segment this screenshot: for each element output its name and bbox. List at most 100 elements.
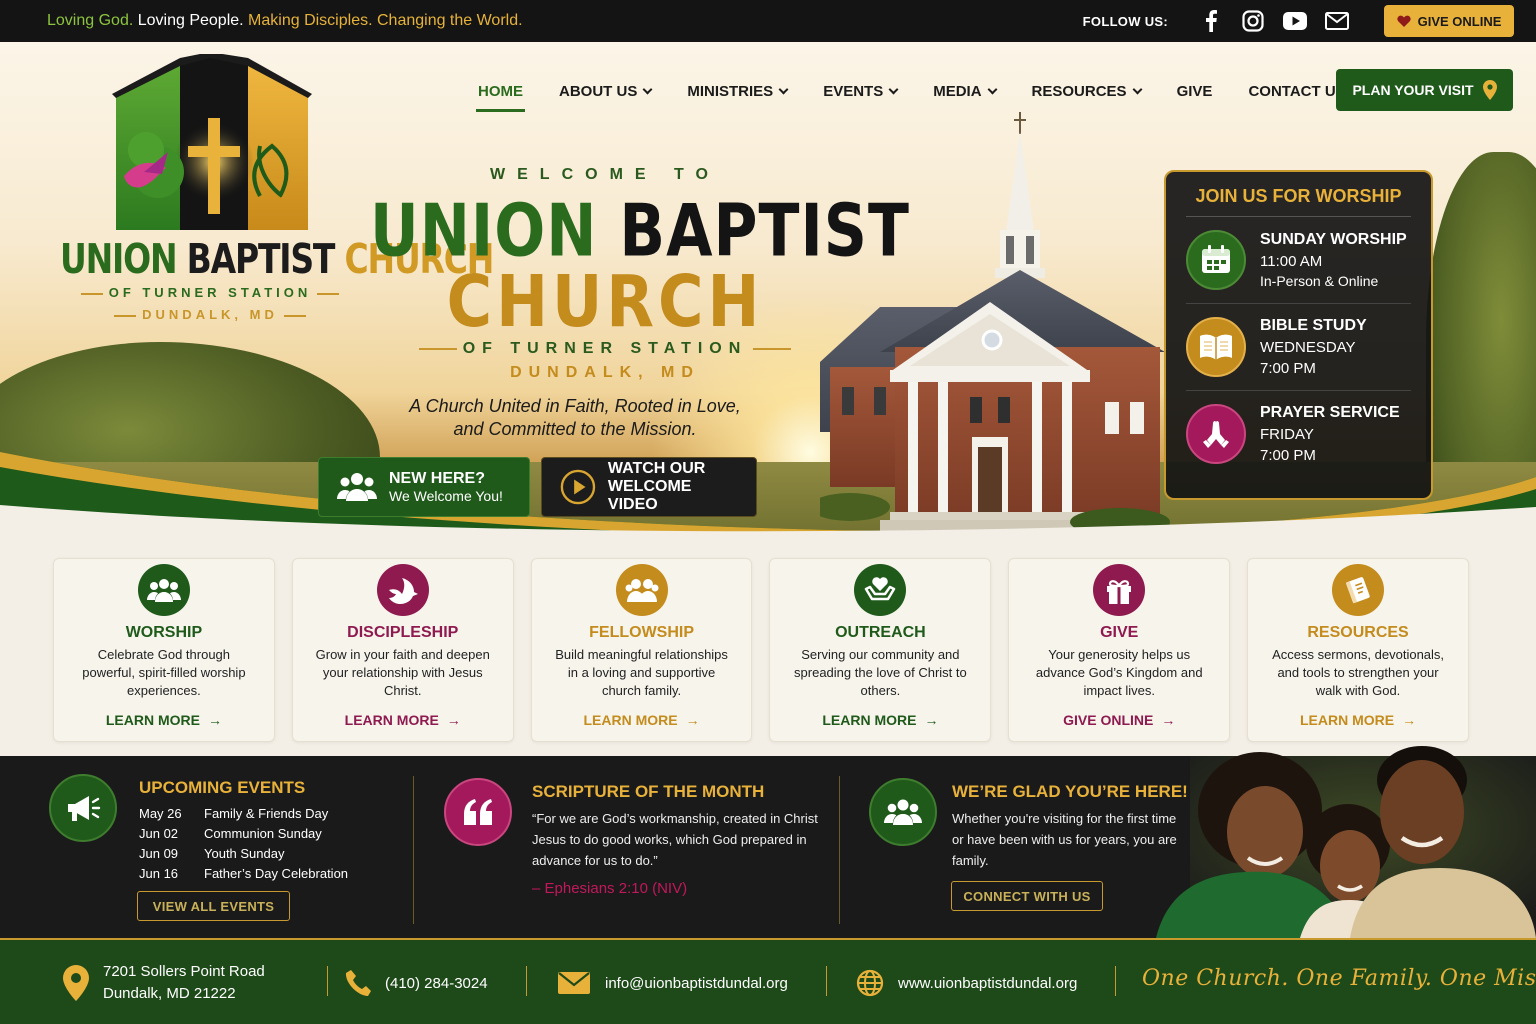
event-date: May 26 xyxy=(139,806,182,821)
location-pin-icon xyxy=(63,965,89,1001)
card-link[interactable]: LEARN MORE → xyxy=(345,712,461,728)
video-line: WATCH OUR xyxy=(607,460,706,477)
gift-icon xyxy=(1093,564,1146,616)
event-name: Communion Sunday xyxy=(204,826,322,841)
card-link[interactable]: LEARN MORE → xyxy=(106,712,222,728)
divider xyxy=(327,966,328,996)
instagram-icon[interactable] xyxy=(1240,8,1266,34)
envelope-icon xyxy=(558,972,590,994)
card-link[interactable]: LEARN MORE → xyxy=(822,712,938,728)
follow-us-label: FOLLOW US: xyxy=(1082,13,1168,29)
card-title: FELLOWSHIP xyxy=(589,624,695,641)
welcome-video-button[interactable]: WATCH OUR WELCOME VIDEO xyxy=(541,457,757,517)
contact-footer: 7201 Sollers Point Road Dundalk, MD 2122… xyxy=(0,938,1536,1024)
nav-media[interactable]: MEDIA xyxy=(915,70,1013,112)
nav-events[interactable]: EVENTS xyxy=(805,70,915,112)
logo-title: UNION BAPTIST CHURCH xyxy=(60,234,494,283)
event-row[interactable]: May 26 Family & Friends Day xyxy=(139,804,348,824)
arrow-right-icon: → xyxy=(1402,712,1417,728)
nav-label: CONTACT US xyxy=(1248,82,1346,100)
phone-icon xyxy=(345,970,371,996)
card-link-label: LEARN MORE xyxy=(583,712,678,728)
plan-your-visit-button[interactable]: PLAN YOUR VISIT xyxy=(1336,69,1513,111)
bible-icon xyxy=(1186,317,1246,377)
nav-ministries[interactable]: MINISTRIES xyxy=(669,70,805,112)
event-name: Father’s Day Celebration xyxy=(204,866,349,881)
worship-item-title: PRAYER SERVICE xyxy=(1260,404,1400,421)
event-row[interactable]: Jun 02 Communion Sunday xyxy=(139,824,348,844)
mission-line: A Church United in Faith, Rooted in Love… xyxy=(409,396,741,416)
email[interactable]: info@uionbaptistdundal.org xyxy=(557,940,788,1024)
divider xyxy=(413,776,414,924)
tagline-part: Loving God. xyxy=(47,12,134,29)
worship-times-panel: JOIN US FOR WORSHIP SUNDAY WORSHIP 11:00… xyxy=(1164,170,1433,500)
card-link[interactable]: LEARN MORE → xyxy=(584,712,700,728)
community-icon xyxy=(869,778,937,846)
card-title: GIVE xyxy=(1100,624,1139,641)
welcome-kicker: WELCOME TO xyxy=(490,166,720,183)
location-pin-icon xyxy=(1482,80,1497,100)
card-text: Serving our community and spreading the … xyxy=(794,647,967,698)
nav-about-us[interactable]: ABOUT US xyxy=(541,70,669,112)
logo-location: DUNDALK, MD xyxy=(60,307,360,322)
heart-hands-icon xyxy=(854,564,907,616)
arrow-right-icon: → xyxy=(446,712,461,728)
phone[interactable]: (410) 284-3024 xyxy=(345,940,488,1024)
card-link-label: LEARN MORE xyxy=(344,712,439,728)
arrow-right-icon: → xyxy=(685,712,700,728)
hero-location: DUNDALK, MD xyxy=(510,364,700,381)
nav-label: RESOURCES xyxy=(1031,82,1127,100)
tagline-part: Changing the World. xyxy=(376,12,523,29)
main-nav: HOME ABOUT US MINISTRIES EVENTS MEDIA RE… xyxy=(460,70,1364,112)
card-link[interactable]: GIVE ONLINE → xyxy=(1063,712,1175,728)
address-line: 7201 Sollers Point Road xyxy=(103,963,265,980)
card-give: GIVE Your generosity helps us advance Go… xyxy=(1008,558,1231,742)
nav-give[interactable]: GIVE xyxy=(1159,70,1231,112)
card-worship: WORSHIP Celebrate God through powerful, … xyxy=(53,558,275,742)
email-icon[interactable] xyxy=(1324,8,1350,34)
quote-icon xyxy=(444,778,512,846)
card-link-label: LEARN MORE xyxy=(1299,712,1395,728)
event-row[interactable]: Jun 16 Father’s Day Celebration xyxy=(139,864,348,884)
new-here-button[interactable]: NEW HERE? We Welcome You! xyxy=(318,457,530,517)
connect-with-us-button[interactable]: CONNECT WITH US xyxy=(951,881,1103,911)
card-text: Build meaningful relationships in a lovi… xyxy=(555,647,728,698)
event-name: Youth Sunday xyxy=(204,846,285,861)
worship-item-day: WEDNESDAY xyxy=(1260,339,1356,356)
praying-hands-icon xyxy=(1186,404,1246,464)
chevron-down-icon xyxy=(778,84,789,94)
give-online-button[interactable]: GIVE ONLINE xyxy=(1384,5,1514,37)
website[interactable]: www.uionbaptistdundal.org xyxy=(856,940,1077,1024)
hero-subtitle-text: OF TURNER STATION xyxy=(462,340,748,357)
card-link-label: LEARN MORE xyxy=(105,712,200,728)
nav-home[interactable]: HOME xyxy=(460,70,541,112)
nav-resources[interactable]: RESOURCES xyxy=(1014,70,1159,112)
megaphone-icon xyxy=(49,774,117,842)
nav-label: HOME xyxy=(478,82,523,100)
book-icon xyxy=(1332,564,1385,616)
card-link[interactable]: LEARN MORE → xyxy=(1300,712,1416,728)
card-title: OUTREACH xyxy=(835,624,926,641)
events-title: UPCOMING EVENTS xyxy=(139,778,306,797)
worship-item-title: SUNDAY WORSHIP xyxy=(1260,231,1407,248)
worship-item-detail: In-Person & Online xyxy=(1260,273,1379,289)
worship-item-time: 7:00 PM xyxy=(1260,447,1316,464)
logo-subtitle-text: OF TURNER STATION xyxy=(108,285,312,300)
view-all-events-button[interactable]: VIEW ALL EVENTS xyxy=(137,891,290,921)
logo-location-text: DUNDALK, MD xyxy=(142,307,278,322)
tagline-part: Loving People. xyxy=(137,12,244,29)
slogan: One Church. One Family. One Mission. xyxy=(1142,966,1536,991)
event-row[interactable]: Jun 09 Youth Sunday xyxy=(139,844,348,864)
logo-title-part: BAPTIST xyxy=(186,234,336,283)
new-here-title: NEW HERE? xyxy=(389,470,485,487)
scripture-reference: – Ephesians 2:10 (NIV) xyxy=(532,880,688,897)
card-title: RESOURCES xyxy=(1307,624,1409,641)
event-date: Jun 16 xyxy=(139,866,179,881)
divider xyxy=(839,776,840,924)
chevron-down-icon xyxy=(642,84,653,94)
plan-visit-label: PLAN YOUR VISIT xyxy=(1352,82,1474,98)
card-link-label: LEARN MORE xyxy=(822,712,917,728)
facebook-icon[interactable] xyxy=(1198,8,1224,34)
youtube-icon[interactable] xyxy=(1282,8,1308,34)
worship-panel-title: JOIN US FOR WORSHIP xyxy=(1186,186,1411,217)
